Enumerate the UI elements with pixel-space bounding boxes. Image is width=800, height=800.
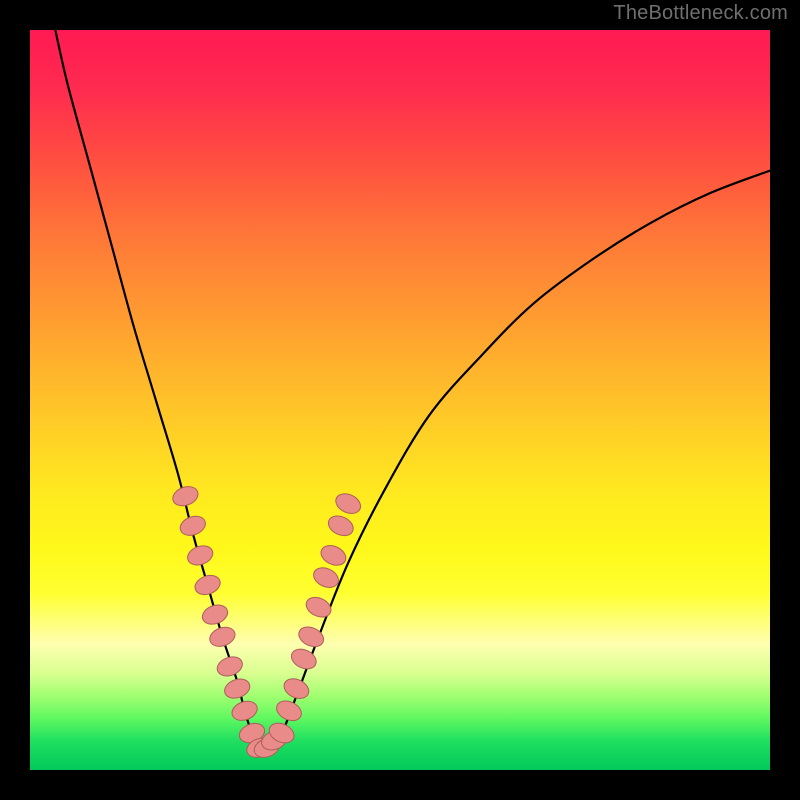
- bottleneck-curve: [52, 30, 770, 750]
- curve-marker: [192, 572, 223, 598]
- curve-marker: [200, 602, 231, 628]
- curve-marker: [178, 513, 209, 539]
- curve-marker: [325, 512, 356, 539]
- curve-marker: [281, 675, 312, 702]
- curve-marker: [333, 490, 364, 517]
- watermark-text: TheBottleneck.com: [613, 2, 788, 25]
- curve-marker: [222, 676, 253, 702]
- curve-marker: [303, 594, 334, 621]
- curve-layer: [30, 30, 770, 770]
- curve-marker: [229, 698, 260, 724]
- curve-markers: [170, 483, 364, 760]
- curve-marker: [207, 624, 238, 650]
- curve-marker: [273, 697, 304, 724]
- curve-marker: [170, 483, 201, 509]
- curve-marker: [318, 542, 349, 569]
- chart-area: [30, 30, 770, 770]
- curve-marker: [185, 542, 216, 568]
- curve-marker: [215, 653, 246, 679]
